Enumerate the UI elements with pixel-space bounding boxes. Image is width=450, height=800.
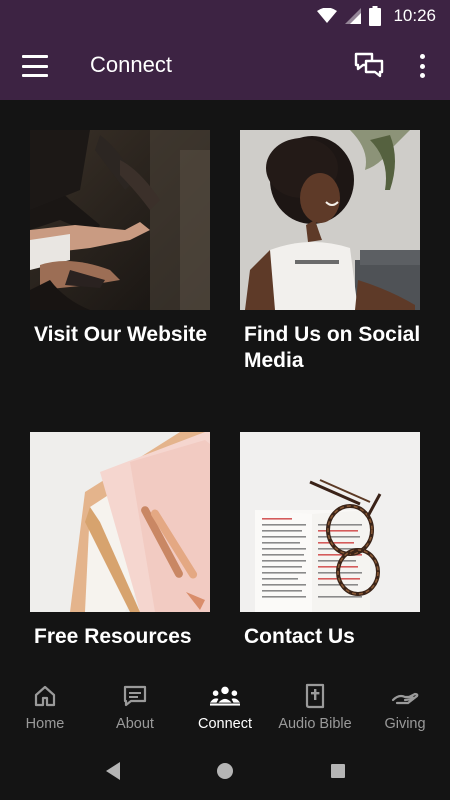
nav-label-connect: Connect bbox=[197, 716, 252, 732]
connect-grid: Visit Our Website Find Us on Social Medi… bbox=[0, 100, 450, 672]
page-title: Connect bbox=[90, 52, 172, 77]
contact-us-label: Contact Us bbox=[244, 625, 355, 648]
bible-glasses-image bbox=[240, 432, 420, 612]
more-options-icon[interactable] bbox=[410, 50, 434, 82]
nav-item-about[interactable]: About bbox=[90, 672, 180, 742]
free-resources-label: Free Resources bbox=[34, 625, 192, 648]
giving-icon bbox=[390, 682, 420, 710]
nav-label-home: Home bbox=[25, 716, 65, 732]
status-time: 10:26 bbox=[393, 6, 436, 25]
nav-label-audio-bible: Audio Bible bbox=[278, 716, 352, 732]
about-icon bbox=[120, 682, 150, 710]
visit-website-card[interactable]: Visit Our Website bbox=[30, 130, 210, 348]
bible-icon bbox=[300, 682, 330, 710]
menu-icon[interactable] bbox=[20, 52, 50, 80]
notebooks-image bbox=[30, 432, 210, 612]
nav-item-home[interactable]: Home bbox=[0, 672, 90, 742]
nav-item-audio-bible[interactable]: Audio Bible bbox=[270, 672, 360, 742]
back-icon[interactable] bbox=[104, 761, 122, 786]
app-bar: Connect bbox=[0, 32, 450, 100]
nav-label-about: About bbox=[116, 716, 154, 732]
contact-us-card[interactable]: Contact Us bbox=[240, 432, 420, 650]
system-nav-bar bbox=[0, 742, 450, 800]
home-circle-icon[interactable] bbox=[216, 761, 234, 786]
chat-icon[interactable] bbox=[352, 50, 386, 82]
wifi-icon bbox=[317, 8, 338, 23]
nav-item-connect[interactable]: Connect bbox=[180, 672, 270, 742]
nav-item-giving[interactable]: Giving bbox=[360, 672, 450, 742]
social-media-card[interactable]: Find Us on Social Media bbox=[240, 130, 420, 374]
smiling-woman-image bbox=[240, 130, 420, 310]
recents-icon[interactable] bbox=[330, 761, 346, 786]
cell-signal-icon bbox=[345, 8, 362, 24]
worship-hands-image bbox=[30, 130, 210, 310]
free-resources-card[interactable]: Free Resources bbox=[30, 432, 210, 650]
bottom-nav: Home About Connect Audio Bible Giving bbox=[0, 672, 450, 742]
home-icon bbox=[30, 682, 60, 710]
status-bar: 10:26 bbox=[0, 0, 450, 32]
people-icon bbox=[210, 682, 240, 710]
visit-website-label: Visit Our Website bbox=[34, 323, 208, 346]
battery-icon bbox=[369, 6, 382, 26]
social-media-label: Find Us on Social Media bbox=[244, 323, 421, 372]
nav-label-giving: Giving bbox=[384, 716, 426, 732]
